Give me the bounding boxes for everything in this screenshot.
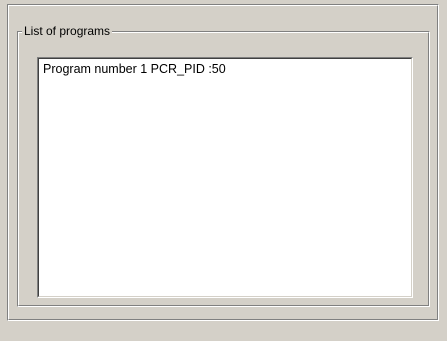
groupbox-legend: List of programs xyxy=(22,23,113,39)
list-item[interactable]: Program number 1 PCR_PID :50 xyxy=(43,61,226,77)
programs-listbox[interactable]: Program number 1 PCR_PID :50 xyxy=(37,57,413,298)
programs-panel: List of programs Program number 1 PCR_PI… xyxy=(0,0,447,341)
listbox-inner-border xyxy=(38,58,412,297)
